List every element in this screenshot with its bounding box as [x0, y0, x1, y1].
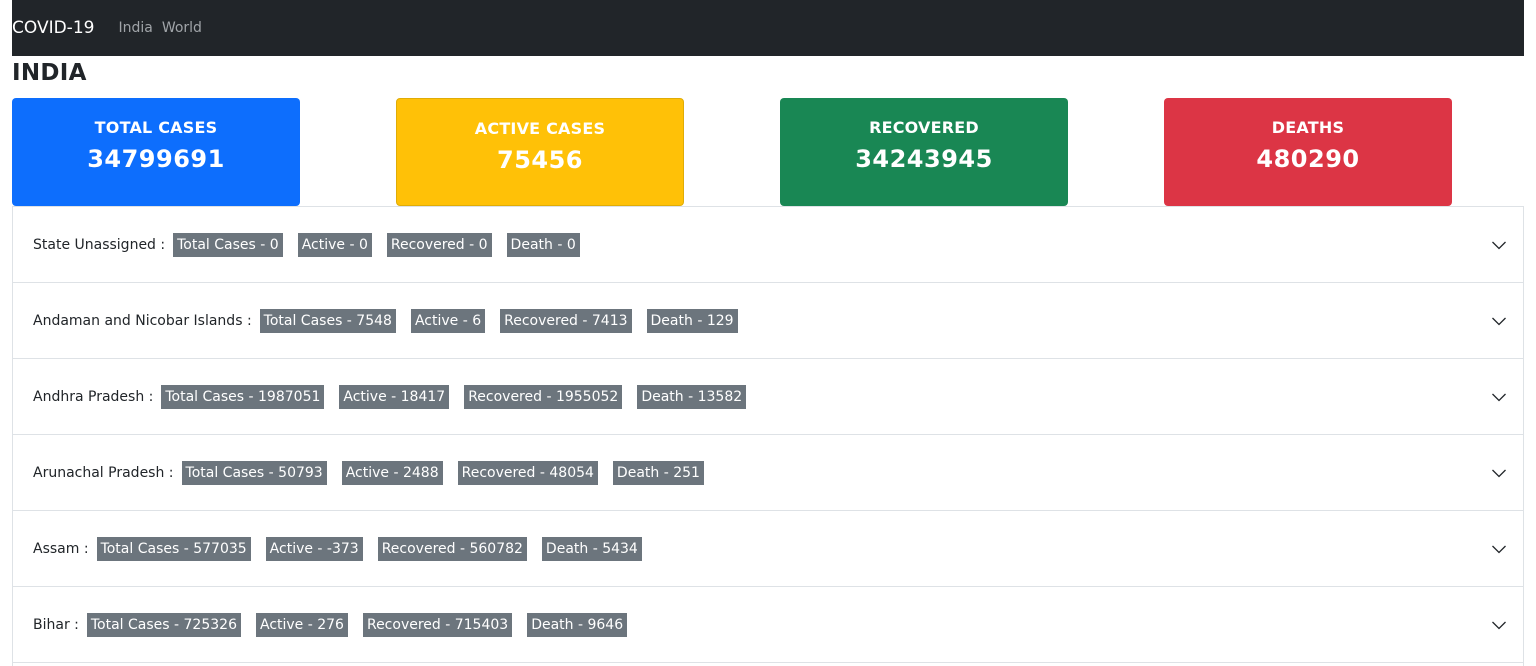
deaths-label: DEATHS — [1271, 118, 1345, 137]
recovered-card: RECOVERED 34243945 — [780, 98, 1068, 206]
total-cases-badge: Total Cases - 725326 — [86, 612, 241, 637]
active-cases-label: ACTIVE CASES — [474, 119, 606, 138]
active-badge: Active - 2488 — [341, 460, 443, 485]
accordion-item-andaman-and-nicobar-islands[interactable]: Andaman and Nicobar Islands : Total Case… — [13, 283, 1523, 359]
active-badge: Active - 18417 — [339, 384, 450, 409]
active-cases-value: 75456 — [497, 146, 583, 174]
recovered-badge: Recovered - 715403 — [362, 612, 513, 637]
active-cases-card: ACTIVE CASES 75456 — [396, 98, 684, 206]
page-title: INDIA — [12, 60, 87, 86]
chevron-down-icon[interactable] — [1491, 541, 1507, 557]
chevron-down-icon[interactable] — [1491, 237, 1507, 253]
recovered-value: 34243945 — [855, 145, 993, 173]
navbar: COVID-19 India World — [12, 0, 1524, 56]
nav-link-india[interactable]: India — [118, 20, 152, 36]
total-cases-badge: Total Cases - 577035 — [96, 536, 251, 561]
death-badge: Death - 129 — [646, 308, 738, 333]
chevron-down-icon[interactable] — [1491, 313, 1507, 329]
deaths-card: DEATHS 480290 — [1164, 98, 1452, 206]
accordion-item-assam[interactable]: Assam : Total Cases - 577035 Active - -3… — [13, 511, 1523, 587]
total-cases-card: TOTAL CASES 34799691 — [12, 98, 300, 206]
state-name: Assam : — [33, 540, 89, 557]
death-badge: Death - 9646 — [527, 612, 628, 637]
recovered-badge: Recovered - 48054 — [457, 460, 598, 485]
active-badge: Active - 276 — [255, 612, 348, 637]
recovered-badge: Recovered - 7413 — [500, 308, 632, 333]
total-cases-badge: Total Cases - 1987051 — [161, 384, 325, 409]
states-accordion: State Unassigned : Total Cases - 0 Activ… — [12, 206, 1524, 666]
total-cases-value: 34799691 — [87, 145, 225, 173]
active-badge: Active - 6 — [410, 308, 486, 333]
accordion-item-bihar[interactable]: Bihar : Total Cases - 725326 Active - 27… — [13, 587, 1523, 663]
total-cases-label: TOTAL CASES — [94, 118, 218, 137]
accordion-item-arunachal-pradesh[interactable]: Arunachal Pradesh : Total Cases - 50793 … — [13, 435, 1523, 511]
total-cases-badge: Total Cases - 50793 — [181, 460, 327, 485]
total-cases-badge: Total Cases - 7548 — [259, 308, 396, 333]
death-badge: Death - 251 — [612, 460, 704, 485]
chevron-down-icon[interactable] — [1491, 617, 1507, 633]
state-name: State Unassigned : — [33, 236, 166, 253]
brand-link[interactable]: COVID-19 — [12, 18, 94, 38]
total-cases-badge: Total Cases - 0 — [173, 232, 283, 257]
chevron-down-icon[interactable] — [1491, 389, 1507, 405]
active-badge: Active - -373 — [265, 536, 363, 561]
chevron-down-icon[interactable] — [1491, 465, 1507, 481]
recovered-label: RECOVERED — [869, 118, 979, 137]
accordion-item-andhra-pradesh[interactable]: Andhra Pradesh : Total Cases - 1987051 A… — [13, 359, 1523, 435]
recovered-badge: Recovered - 560782 — [377, 536, 527, 561]
deaths-value: 480290 — [1256, 145, 1360, 173]
recovered-badge: Recovered - 1955052 — [464, 384, 623, 409]
death-badge: Death - 0 — [506, 232, 580, 257]
state-name: Andaman and Nicobar Islands : — [33, 312, 252, 329]
active-badge: Active - 0 — [297, 232, 372, 257]
state-name: Arunachal Pradesh : — [33, 464, 174, 481]
nav-link-world[interactable]: World — [162, 20, 202, 36]
death-badge: Death - 5434 — [541, 536, 642, 561]
state-name: Bihar : — [33, 616, 79, 633]
death-badge: Death - 13582 — [637, 384, 747, 409]
recovered-badge: Recovered - 0 — [386, 232, 492, 257]
accordion-item-state-unassigned[interactable]: State Unassigned : Total Cases - 0 Activ… — [13, 207, 1523, 283]
state-name: Andhra Pradesh : — [33, 388, 154, 405]
